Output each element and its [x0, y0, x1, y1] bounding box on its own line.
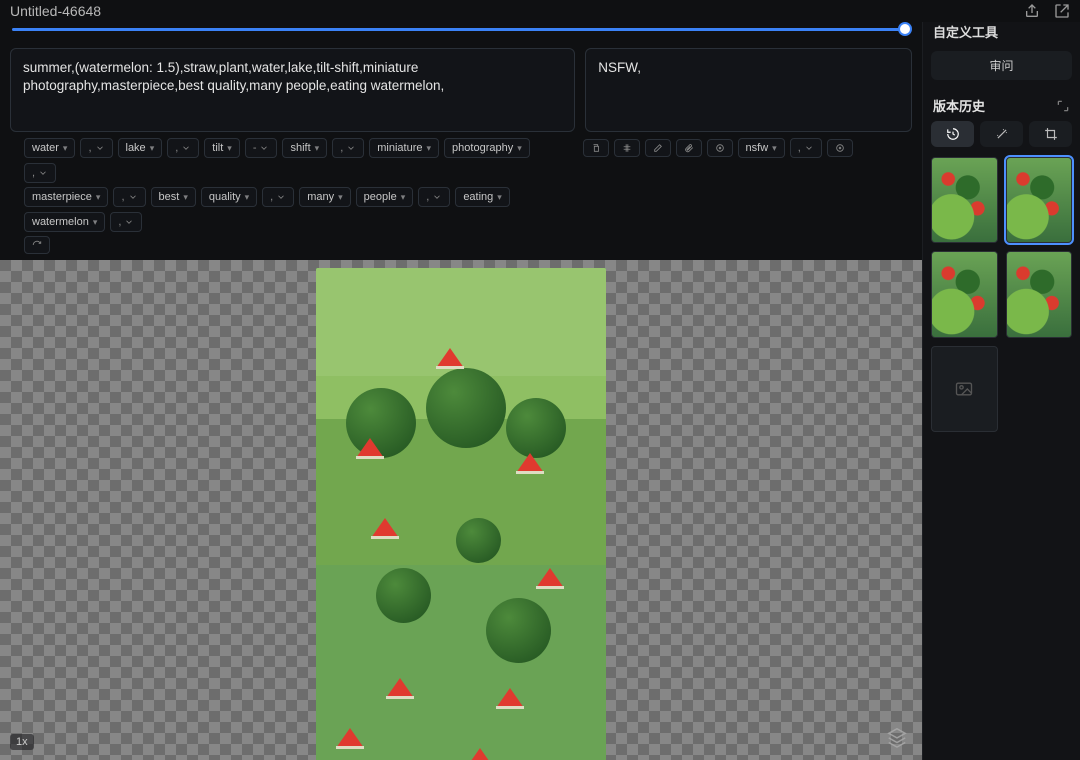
chevron-down-icon: ▾ — [63, 143, 68, 154]
chevron-down-icon: ▾ — [772, 143, 777, 154]
chevron-down-icon: ▾ — [93, 217, 98, 228]
chevron-down-icon — [124, 217, 134, 227]
sidebar-tab[interactable]: 审问 — [931, 51, 1072, 80]
timeline-slider[interactable] — [0, 22, 922, 44]
zoom-level[interactable]: 1x — [10, 734, 34, 750]
target2-icon[interactable] — [827, 139, 853, 157]
chevron-down-icon — [38, 168, 48, 178]
history-grid — [923, 147, 1080, 442]
canvas-area[interactable]: 1x — [0, 260, 922, 760]
target-icon[interactable] — [707, 139, 733, 157]
pos-tag-lake[interactable]: lake▾ — [118, 138, 163, 158]
separator-pill[interactable]: , — [262, 187, 294, 207]
separator-pill[interactable]: , — [113, 187, 145, 207]
layers-icon[interactable] — [886, 726, 908, 748]
tools-title: 自定义工具 — [923, 22, 1080, 45]
pos-tag-tilt[interactable]: tilt▾ — [204, 138, 240, 158]
chevron-down-icon — [259, 143, 269, 153]
chevron-down-icon — [276, 192, 286, 202]
share-icon[interactable] — [1024, 3, 1040, 19]
right-panel: 自定义工具 审问 版本历史 — [922, 22, 1080, 760]
external-icon[interactable] — [1054, 3, 1070, 19]
pos-tag-watermelon[interactable]: watermelon▾ — [24, 212, 105, 232]
positive-tags: water▾,lake▾,tilt▾-shift▾,miniature▾phot… — [10, 132, 559, 260]
pos-tag-shift[interactable]: shift▾ — [282, 138, 327, 158]
pos-tag-water[interactable]: water▾ — [24, 138, 75, 158]
separator-pill[interactable]: , — [332, 138, 364, 158]
negative-tags: nsfw▾, — [569, 132, 912, 260]
chevron-down-icon: ▾ — [401, 192, 406, 203]
chevron-down-icon: ▾ — [150, 143, 155, 154]
pos-tag-masterpiece[interactable]: masterpiece▾ — [24, 187, 108, 207]
expand-icon[interactable] — [1056, 99, 1070, 113]
pos-tag-eating[interactable]: eating▾ — [455, 187, 510, 207]
chevron-down-icon — [804, 143, 814, 153]
generated-image[interactable] — [316, 268, 606, 760]
chevron-down-icon: ▾ — [497, 192, 502, 203]
copy-icon[interactable] — [583, 139, 609, 157]
attach-icon[interactable] — [676, 139, 702, 157]
history-icon[interactable] — [931, 121, 974, 147]
history-section-title: 版本历史 — [933, 96, 985, 115]
positive-prompt-text: summer,(watermelon: 1.5),straw,plant,wat… — [23, 59, 562, 95]
wand-icon[interactable] — [980, 121, 1023, 147]
chevron-down-icon — [432, 192, 442, 202]
history-thumb-0[interactable] — [931, 157, 998, 243]
positive-prompt-box[interactable]: summer,(watermelon: 1.5),straw,plant,wat… — [10, 48, 575, 132]
negative-prompt-text: NSFW, — [598, 59, 899, 77]
chevron-down-icon: ▾ — [427, 143, 432, 154]
separator-pill[interactable]: , — [167, 138, 199, 158]
separator-pill[interactable]: , — [790, 138, 822, 158]
top-bar: Untitled-46648 — [0, 0, 1080, 22]
chevron-down-icon — [181, 143, 191, 153]
neg-tag-nsfw[interactable]: nsfw▾ — [738, 138, 785, 158]
edit-icon[interactable] — [645, 139, 671, 157]
chevron-down-icon: ▾ — [338, 192, 343, 203]
separator-pill[interactable]: , — [418, 187, 450, 207]
chevron-down-icon: ▾ — [315, 143, 320, 154]
pos-tag-people[interactable]: people▾ — [356, 187, 414, 207]
history-thumb-3[interactable] — [1006, 251, 1073, 337]
history-tool-row — [923, 121, 1080, 147]
chevron-down-icon — [95, 143, 105, 153]
history-thumb-empty[interactable] — [931, 346, 998, 432]
chevron-down-icon: ▾ — [245, 192, 250, 203]
pos-tag-best[interactable]: best▾ — [151, 187, 196, 207]
pos-tag-many[interactable]: many▾ — [299, 187, 350, 207]
prompts-row: summer,(watermelon: 1.5),straw,plant,wat… — [0, 44, 922, 132]
chevron-down-icon — [346, 143, 356, 153]
hash-icon[interactable] — [614, 139, 640, 157]
pos-tag-photography[interactable]: photography▾ — [444, 138, 530, 158]
history-thumb-2[interactable] — [931, 251, 998, 337]
separator-pill[interactable]: - — [245, 138, 278, 158]
pos-tag-miniature[interactable]: miniature▾ — [369, 138, 439, 158]
chevron-down-icon: ▾ — [517, 143, 522, 154]
image-placeholder-icon — [954, 379, 974, 399]
chevron-down-icon: ▾ — [183, 192, 188, 203]
chevron-down-icon — [128, 192, 138, 202]
separator-pill[interactable]: , — [24, 163, 56, 183]
chevron-down-icon: ▾ — [227, 143, 232, 154]
separator-pill[interactable]: , — [110, 212, 142, 232]
refresh-tag-icon[interactable] — [24, 236, 50, 254]
crop-icon[interactable] — [1029, 121, 1072, 147]
history-thumb-1[interactable] — [1006, 157, 1073, 243]
negative-prompt-box[interactable]: NSFW, — [585, 48, 912, 132]
document-title: Untitled-46648 — [10, 3, 1016, 19]
separator-pill[interactable]: , — [80, 138, 112, 158]
pos-tag-quality[interactable]: quality▾ — [201, 187, 257, 207]
chevron-down-icon: ▾ — [96, 192, 101, 203]
